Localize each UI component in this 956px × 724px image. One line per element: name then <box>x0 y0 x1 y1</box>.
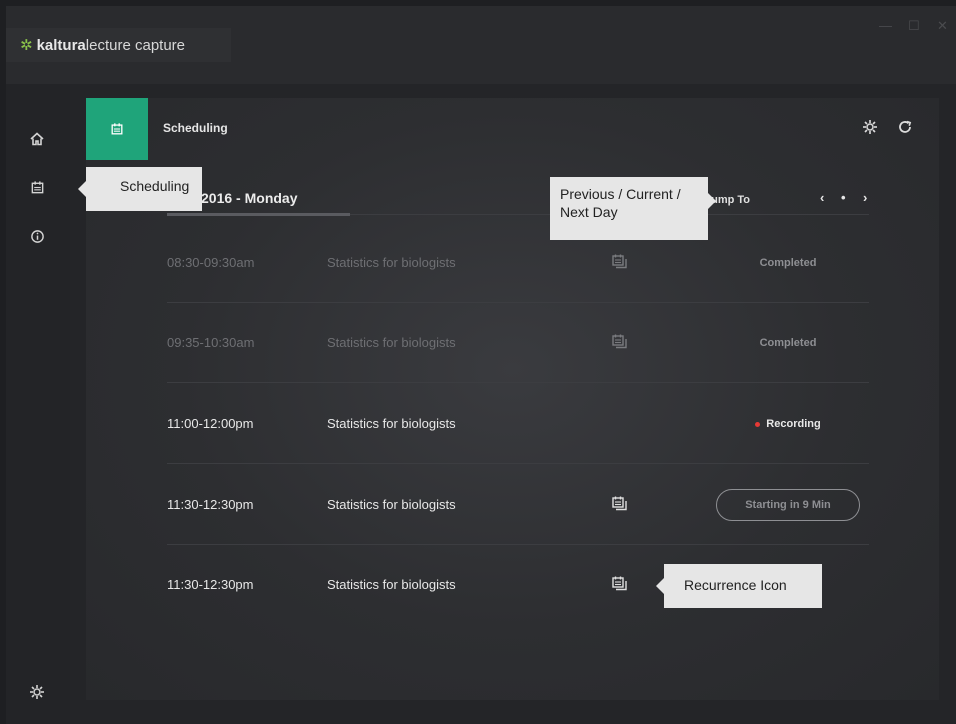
sidebar-item-scheduling[interactable] <box>26 176 48 198</box>
scheduling-panel: Scheduling il 24, 2016 - Monday Jump To … <box>86 98 939 700</box>
recurrence-icon <box>611 253 631 273</box>
schedule-row[interactable]: 11:30-12:30pm Statistics for biologists … <box>167 465 869 545</box>
row-title: Statistics for biologists <box>327 255 456 270</box>
logo-brand: kaltura <box>36 36 86 54</box>
row-title: Statistics for biologists <box>327 335 456 350</box>
schedule-row[interactable]: 11:00-12:00pm Statistics for biologists … <box>167 384 869 464</box>
logo-product: lecture capture <box>85 36 186 54</box>
current-day-dot-icon: • <box>841 190 846 205</box>
current-day-button[interactable]: • <box>841 190 846 205</box>
sidebar-item-settings[interactable] <box>26 681 48 703</box>
date-underline-active <box>167 213 350 216</box>
row-title: Statistics for biologists <box>327 577 456 592</box>
close-icon[interactable]: ✕ <box>937 18 948 34</box>
minimize-icon[interactable]: — <box>879 18 892 33</box>
row-divider <box>167 382 869 383</box>
app-logo: ✲ kaltura lecture capture <box>6 28 231 62</box>
row-time: 11:30-12:30pm <box>167 497 254 512</box>
page-title: Scheduling <box>163 121 228 135</box>
calendar-icon <box>31 180 43 193</box>
tooltip-day-navigation: Previous / Current / Next Day <box>550 177 716 240</box>
previous-day-button[interactable]: ‹ <box>820 190 824 205</box>
row-status: Completed <box>759 257 817 269</box>
row-divider <box>167 463 869 464</box>
starting-soon-badge: Starting in 9 Min <box>716 489 860 521</box>
row-status: Starting in 9 Min <box>707 465 869 545</box>
chevron-left-icon: ‹ <box>820 190 825 205</box>
recurrence-icon <box>611 575 631 595</box>
recording-label: Recording <box>766 418 821 430</box>
row-time: 09:35-10:30am <box>167 335 255 350</box>
next-day-button[interactable]: › <box>863 190 867 205</box>
maximize-icon[interactable]: ☐ <box>908 18 920 34</box>
refresh-button[interactable] <box>894 116 916 138</box>
calendar-icon <box>111 123 123 135</box>
title-bar: ✲ kaltura lecture capture — ☐ ✕ <box>6 6 956 84</box>
row-time: 11:00-12:00pm <box>167 416 254 431</box>
sidebar-item-home[interactable] <box>26 128 48 150</box>
row-title: Statistics for biologists <box>327 497 456 512</box>
home-icon <box>30 132 44 146</box>
tooltip-recurrence: Recurrence Icon <box>656 564 822 608</box>
row-status: Recording <box>707 384 869 464</box>
sidebar-item-info[interactable] <box>26 225 48 247</box>
row-time: 08:30-09:30am <box>167 255 255 270</box>
kaltura-logo-icon: ✲ <box>20 36 33 54</box>
tab-scheduling[interactable] <box>86 98 148 160</box>
tooltip-scheduling: Scheduling <box>78 167 202 211</box>
schedule-row[interactable]: 08:30-09:30am Statistics for biologists … <box>167 223 869 303</box>
refresh-icon <box>899 120 912 133</box>
gear-icon <box>30 685 44 699</box>
recording-dot-icon <box>755 421 761 427</box>
info-icon <box>30 229 44 243</box>
recurrence-icon <box>611 333 631 353</box>
row-time: 11:30-12:30pm <box>167 577 254 592</box>
chevron-right-icon: › <box>863 190 868 205</box>
recurrence-icon <box>611 495 631 515</box>
row-title: Statistics for biologists <box>327 416 456 431</box>
sidebar <box>6 84 70 724</box>
settings-button[interactable] <box>859 116 881 138</box>
row-status: Completed <box>759 337 817 349</box>
gear-icon <box>863 120 877 134</box>
schedule-row[interactable]: 09:35-10:30am Statistics for biologists … <box>167 303 869 383</box>
